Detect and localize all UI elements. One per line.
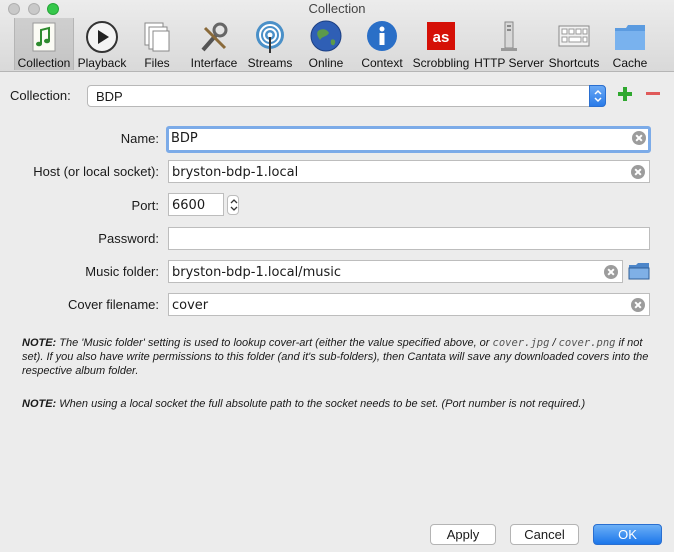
collection-label: Collection: [10,88,71,103]
tab-context[interactable]: Context [356,18,408,70]
tab-cache-label: Cache [612,56,648,70]
tab-interface[interactable]: Interface [188,18,240,70]
note-text: The 'Music folder' setting is used to lo… [56,337,493,349]
host-label: Host (or local socket): [33,164,159,179]
clear-icon[interactable] [631,298,645,312]
collection-select-value: BDP [96,89,123,104]
server-icon [501,21,517,51]
browse-folder-icon[interactable] [628,262,650,280]
tab-scrobbling[interactable]: as Scrobbling [410,18,472,70]
tools-icon [201,22,228,52]
tab-collection-label: Collection [17,56,71,70]
lastfm-icon: as [427,22,455,50]
chevron-up-down-icon [594,89,602,103]
tab-http-server-label: HTTP Server [474,56,544,70]
note-code: cover.png [558,337,616,349]
play-circle-icon [86,21,118,53]
tab-collection[interactable]: Collection [14,18,74,70]
clear-icon[interactable] [604,265,618,279]
name-label: Name: [120,131,159,146]
tab-online[interactable]: Online [304,18,348,70]
collection-select[interactable]: BDP [87,85,606,107]
antenna-icon [256,21,284,53]
port-value: 6600 [172,198,206,213]
svg-text:as: as [433,29,450,46]
port-field[interactable]: 6600 [168,193,224,216]
note-text: / [549,337,559,349]
tab-shortcuts[interactable]: Shortcuts [546,18,602,70]
collection-select-stepper[interactable] [589,85,606,107]
window-title: Collection [308,1,366,16]
tab-cache[interactable]: Cache [608,18,652,70]
music-folder-note: NOTE: The 'Music folder' setting is used… [22,336,652,378]
tab-files-label: Files [144,56,170,70]
tab-interface-label: Interface [190,56,238,70]
globe-icon [310,20,342,52]
tab-streams[interactable]: Streams [246,18,294,70]
clear-icon[interactable] [631,165,645,179]
files-icon [144,22,170,52]
remove-collection-button[interactable] [644,85,662,103]
music-folder-field[interactable]: bryston-bdp-1.local/music [168,260,623,283]
name-field[interactable]: BDP [166,126,651,153]
tab-context-label: Context [361,56,403,70]
music-folder-value: bryston-bdp-1.local/music [172,265,341,280]
keyboard-icon [558,25,590,47]
tab-http-server[interactable]: HTTP Server [474,18,544,70]
tab-streams-label: Streams [247,56,293,70]
cover-filename-value: cover [172,298,209,313]
tab-playback-label: Playback [77,56,127,70]
note-prefix: NOTE: [22,398,57,410]
port-stepper[interactable] [227,195,239,215]
toolbar: Collection Collection Playback Files Int… [0,0,674,72]
password-label: Password: [98,231,159,246]
cancel-button[interactable]: Cancel [510,524,579,545]
add-collection-button[interactable] [616,85,634,103]
chevron-up-down-icon [230,199,238,211]
music-folder-label: Music folder: [85,264,159,279]
host-field[interactable]: bryston-bdp-1.local [168,160,650,183]
note-code: cover.jpg [492,337,550,349]
socket-note: NOTE: When using a local socket the full… [22,397,652,411]
password-field[interactable] [168,227,650,250]
apply-button[interactable]: Apply [430,524,496,545]
tab-files[interactable]: Files [136,18,178,70]
clear-icon[interactable] [632,131,646,145]
note-prefix: NOTE: [22,337,57,349]
tab-shortcuts-label: Shortcuts [548,56,600,70]
host-value: bryston-bdp-1.local [172,165,299,180]
tab-playback[interactable]: Playback [76,18,128,70]
cover-filename-field[interactable]: cover [168,293,650,316]
tab-scrobbling-label: Scrobbling [412,56,470,70]
tab-online-label: Online [308,56,344,70]
note-text: When using a local socket the full absol… [56,398,586,410]
music-note-document-icon [32,22,56,52]
port-label: Port: [131,198,159,213]
info-icon [367,21,397,51]
ok-button[interactable]: OK [593,524,662,545]
folder-icon [615,25,645,50]
name-value: BDP [171,131,198,146]
cover-filename-label: Cover filename: [67,297,159,312]
